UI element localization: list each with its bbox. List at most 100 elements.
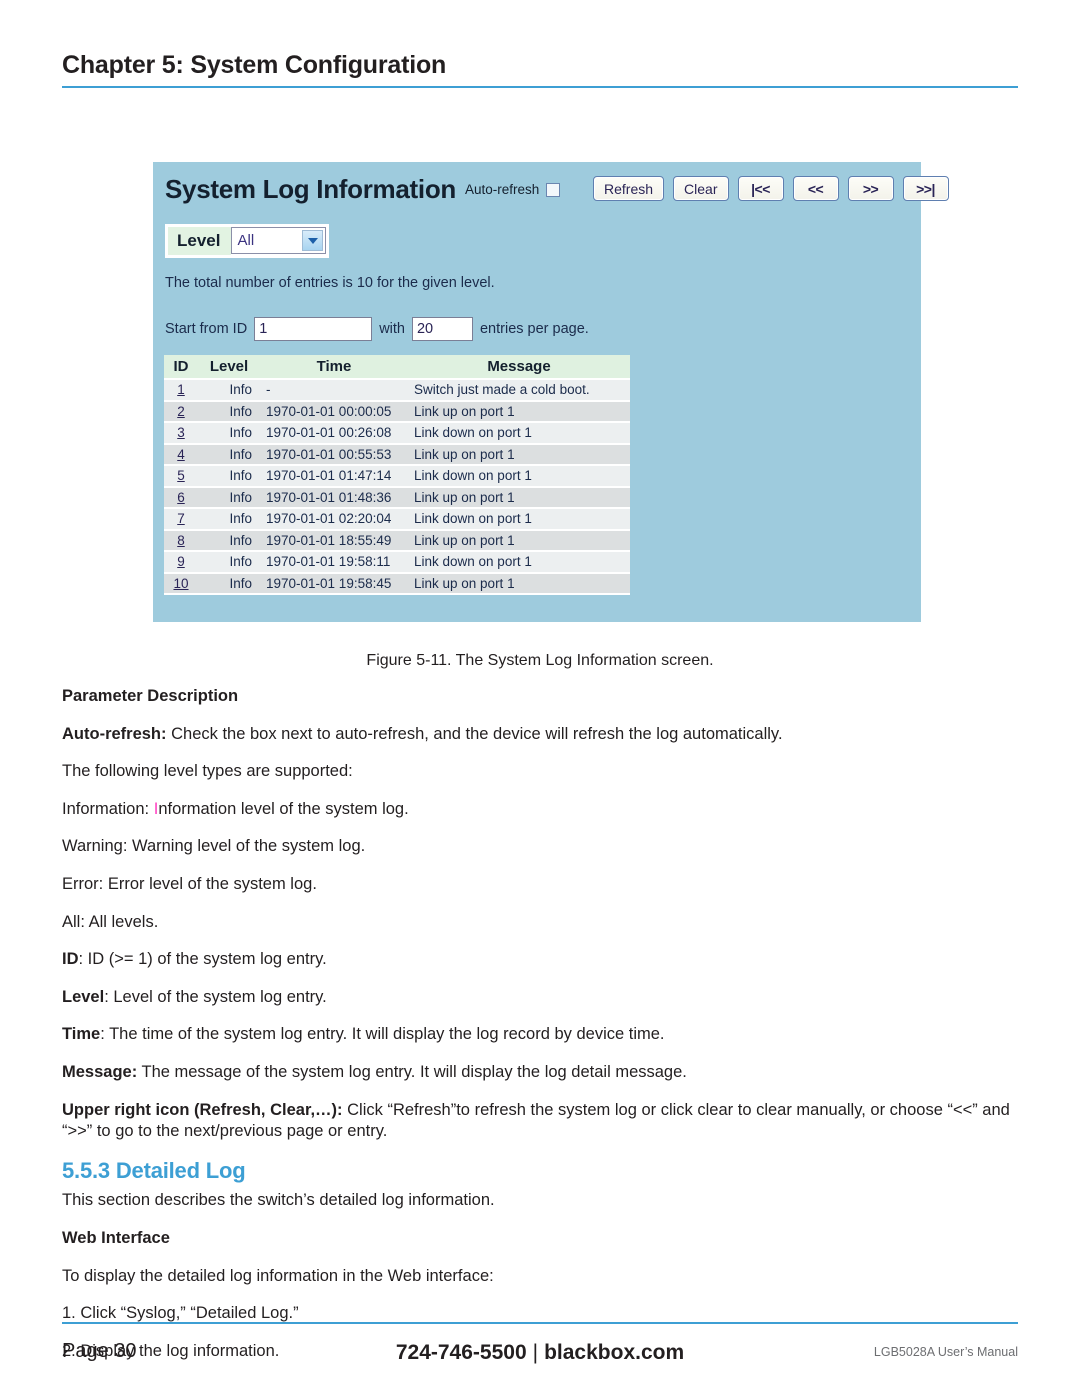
footer-website: blackbox.com	[544, 1341, 685, 1364]
log-id-link[interactable]: 5	[177, 468, 185, 483]
log-time-cell: -	[260, 379, 408, 402]
first-page-button[interactable]: |<<	[737, 176, 784, 201]
log-id-cell: 4	[164, 443, 198, 467]
column-header-message: Message	[408, 355, 630, 380]
chapter-header: Chapter 5: System Configuration	[62, 51, 1018, 88]
time-paragraph: Time: The time of the system log entry. …	[62, 1024, 1018, 1045]
log-id-link[interactable]: 9	[177, 554, 185, 569]
system-log-information-screenshot: System Log Information Auto-refresh Refr…	[153, 162, 949, 622]
entries-per-page-label: entries per page.	[479, 321, 589, 337]
last-page-button[interactable]: >>|	[902, 176, 949, 201]
table-row: 7 Info 1970-01-01 02:20:04 Link down on por…	[164, 508, 630, 531]
entries-total-note: The total number of entries is 10 for th…	[165, 275, 495, 291]
log-level-cell: Info	[198, 400, 260, 424]
log-id-cell: 8	[164, 529, 198, 553]
next-page-button[interactable]: >>	[847, 176, 894, 201]
log-id-cell: 9	[164, 551, 198, 574]
log-message-cell: Link up on port 1	[408, 443, 630, 467]
chevron-down-icon[interactable]	[302, 230, 324, 251]
refresh-button[interactable]: Refresh	[593, 176, 665, 201]
auto-refresh-label: Auto-refresh	[465, 182, 540, 197]
web-interface-intro: To display the detailed log information …	[62, 1266, 494, 1285]
auto-refresh-paragraph: Auto-refresh: Check the box next to auto…	[62, 724, 1018, 745]
system-log-table-body: 1 Info - Switch just made a cold boot. 2 Info…	[164, 379, 630, 596]
log-id-link[interactable]: 6	[177, 490, 185, 505]
table-row: 4 Info 1970-01-01 00:55:53 Link up on port …	[164, 443, 630, 467]
auto-refresh-control[interactable]: Auto-refresh	[465, 182, 561, 197]
all-levels-line: All: All levels.	[62, 912, 159, 931]
log-time-cell: 1970-01-01 01:48:36	[260, 486, 408, 510]
prev-page-button[interactable]: <<	[792, 176, 839, 201]
log-id-cell: 6	[164, 486, 198, 510]
log-id-link[interactable]: 10	[173, 576, 188, 591]
document-page: Chapter 5: System Configuration System L…	[0, 0, 1080, 1397]
upper-right-icon-term: Upper right icon (Refresh, Clear,…):	[62, 1100, 343, 1119]
level-paragraph: Level: Level of the system log entry.	[62, 987, 1018, 1008]
id-term: ID	[62, 950, 79, 969]
level-desc: : Level of the system log entry.	[104, 987, 327, 1006]
log-id-link[interactable]: 4	[177, 447, 185, 462]
log-level-cell: Info	[198, 529, 260, 553]
log-level-cell: Info	[198, 379, 260, 402]
log-message-cell: Link up on port 1	[408, 400, 630, 424]
section-heading-553: 5.5.3 Detailed Log	[62, 1158, 246, 1184]
column-header-id: ID	[164, 355, 198, 380]
id-desc: : ID (>= 1) of the system log entry.	[78, 950, 327, 969]
auto-refresh-checkbox[interactable]	[546, 182, 561, 197]
information-rest: nformation level of the system log.	[158, 799, 409, 818]
time-term: Time	[62, 1025, 101, 1044]
log-time-cell: 1970-01-01 01:47:14	[260, 465, 408, 488]
header-divider	[62, 85, 1018, 88]
log-level-cell: Info	[198, 422, 260, 445]
message-desc: The message of the system log entry. It …	[137, 1063, 687, 1082]
log-time-cell: 1970-01-01 18:55:49	[260, 529, 408, 553]
column-header-time: Time	[260, 355, 408, 380]
log-id-link[interactable]: 7	[177, 511, 185, 526]
web-interface-heading: Web Interface	[62, 1229, 170, 1248]
table-row: 6 Info 1970-01-01 01:48:36 Link up on port …	[164, 486, 630, 510]
log-message-cell: Link down on port 1	[408, 551, 630, 574]
log-level-cell: Info	[198, 443, 260, 467]
paging-controls: Start from ID 1 with 20 entries per page…	[165, 317, 589, 341]
log-id-cell: 7	[164, 508, 198, 531]
log-time-cell: 1970-01-01 02:20:04	[260, 508, 408, 531]
log-id-cell: 2	[164, 400, 198, 424]
log-message-cell: Link down on port 1	[408, 508, 630, 531]
entries-per-page-input[interactable]: 20	[411, 317, 473, 341]
table-row: 10 Info 1970-01-01 19:58:45 Link up on port…	[164, 572, 630, 596]
footer-phone: 724-746-5500	[395, 1341, 527, 1364]
log-id-link[interactable]: 8	[177, 533, 185, 548]
log-id-cell: 1	[164, 379, 198, 402]
log-id-link[interactable]: 1	[177, 382, 185, 397]
error-level-line: Error: Error level of the system log.	[62, 875, 317, 894]
time-desc: : The time of the system log entry. It w…	[100, 1025, 665, 1044]
log-id-link[interactable]: 2	[177, 404, 185, 419]
log-message-cell: Link down on port 1	[408, 465, 630, 488]
log-time-cell: 1970-01-01 00:26:08	[260, 422, 408, 445]
clear-button[interactable]: Clear	[673, 176, 729, 201]
level-label: Level	[168, 227, 232, 255]
system-log-table: ID Level Time Message 1 Info - Switch just …	[164, 355, 630, 596]
log-message-cell: Link up on port 1	[408, 572, 630, 596]
log-id-cell: 10	[164, 572, 198, 596]
level-select[interactable]: All	[231, 227, 327, 254]
log-level-cell: Info	[198, 551, 260, 574]
section-intro: This section describes the switch’s deta…	[62, 1191, 495, 1210]
log-time-cell: 1970-01-01 00:00:05	[260, 400, 408, 424]
auto-refresh-desc: Check the box next to auto-refresh, and …	[166, 724, 783, 743]
page-footer: Page 30 724-746-5500 | blackbox.com LGB502…	[62, 1340, 1018, 1374]
body-content: Parameter Description Auto-refresh: Chec…	[62, 686, 1018, 1378]
log-message-cell: Link down on port 1	[408, 422, 630, 445]
table-row: 8 Info 1970-01-01 18:55:49 Link up on port …	[164, 529, 630, 553]
log-time-cell: 1970-01-01 00:55:53	[260, 443, 408, 467]
log-message-cell: Link up on port 1	[408, 486, 630, 510]
log-level-cell: Info	[198, 508, 260, 531]
table-row: 1 Info - Switch just made a cold boot.	[164, 379, 630, 402]
level-select-value: All	[237, 232, 255, 249]
log-id-link[interactable]: 3	[177, 425, 185, 440]
log-level-cell: Info	[198, 465, 260, 488]
log-time-cell: 1970-01-01 19:58:45	[260, 572, 408, 596]
table-header-row: ID Level Time Message	[164, 355, 630, 380]
start-from-id-input[interactable]: 1	[254, 317, 373, 341]
log-time-cell: 1970-01-01 19:58:11	[260, 551, 408, 574]
